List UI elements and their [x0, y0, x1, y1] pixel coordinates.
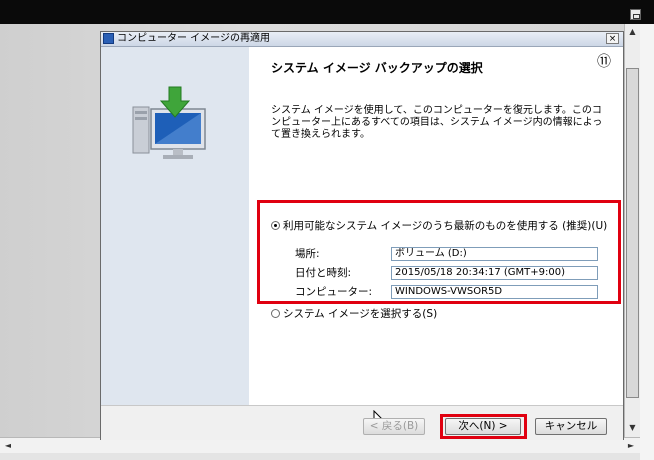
computer-restore-icon	[132, 86, 206, 159]
radio-unselected-icon[interactable]	[271, 309, 280, 318]
location-value: ボリューム (D:)	[391, 247, 598, 261]
scroll-right-icon[interactable]: ►	[624, 439, 638, 453]
right-edge	[640, 24, 654, 460]
computer-value: WINDOWS-VWSOR5D	[391, 285, 598, 299]
restore-window-icon[interactable]	[630, 9, 641, 20]
dialog-footer: < 戻る(B) 次へ(N) > キャンセル	[101, 405, 623, 440]
step-number: ⑪	[597, 54, 611, 70]
scroll-left-icon[interactable]: ◄	[1, 439, 15, 453]
cancel-button[interactable]: キャンセル	[535, 418, 607, 435]
description-text: システム イメージを使用して、このコンピューターを復元します。このコンピューター…	[271, 105, 603, 140]
option-latest-image[interactable]: 利用可能なシステム イメージのうち最新のものを使用する (推奨)(U)	[271, 218, 607, 233]
datetime-label: 日付と時刻:	[295, 267, 352, 279]
option-select-image-label: システム イメージを選択する(S)	[283, 308, 438, 320]
dialog-title: コンピューター イメージの再適用	[117, 33, 270, 44]
option-select-image[interactable]: システム イメージを選択する(S)	[271, 306, 437, 321]
bottom-strip	[0, 453, 640, 460]
computer-label: コンピューター:	[295, 286, 373, 298]
datetime-value: 2015/05/18 20:34:17 (GMT+9:00)	[391, 266, 598, 280]
location-label: 場所:	[295, 248, 320, 260]
page-heading: システム イメージ バックアップの選択	[271, 61, 483, 75]
dialog-content: システム イメージ バックアップの選択 ⑪ システム イメージを使用して、このコ…	[249, 47, 623, 405]
next-button[interactable]: 次へ(N) >	[445, 418, 521, 435]
scroll-down-icon[interactable]: ▼	[626, 421, 639, 435]
scroll-up-icon[interactable]: ▲	[626, 25, 639, 39]
top-bar	[0, 0, 654, 24]
left-panel	[101, 47, 249, 405]
close-button[interactable]: ×	[606, 33, 619, 44]
option-latest-image-label: 利用可能なシステム イメージのうち最新のものを使用する (推奨)(U)	[283, 220, 608, 232]
reimage-dialog: コンピューター イメージの再適用 × システム イメージ バックアップの選択 ⑪…	[100, 31, 624, 440]
back-button[interactable]: < 戻る(B)	[363, 418, 425, 435]
dialog-title-bar: コンピューター イメージの再適用 ×	[101, 32, 623, 47]
window-icon	[103, 33, 114, 44]
scrollbar-thumb[interactable]	[626, 68, 639, 398]
radio-selected-icon[interactable]	[271, 221, 280, 230]
vertical-scrollbar[interactable]: ▲ ▼	[624, 24, 640, 437]
